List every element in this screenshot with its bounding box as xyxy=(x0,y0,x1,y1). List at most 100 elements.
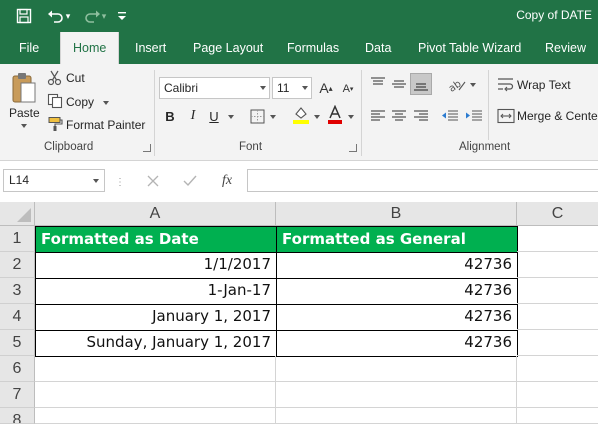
cell-b7[interactable] xyxy=(276,382,517,408)
row-header-8[interactable]: 8 xyxy=(0,408,35,424)
tab-file[interactable]: File xyxy=(19,32,39,64)
name-box[interactable]: L14 xyxy=(3,169,105,192)
orientation-icon[interactable]: ab xyxy=(446,75,468,93)
cell-c1[interactable] xyxy=(517,226,598,252)
copy-dropdown-icon[interactable] xyxy=(103,101,109,105)
cell-b8[interactable] xyxy=(276,408,517,424)
formula-bar-grip-icon[interactable]: ⋮ xyxy=(115,176,125,188)
formula-input[interactable] xyxy=(247,169,598,192)
font-size-combobox[interactable]: 11 xyxy=(272,77,312,99)
align-left-icon[interactable] xyxy=(370,108,386,124)
font-name-combobox[interactable]: Calibri xyxy=(159,77,270,99)
bottom-align-icon[interactable] xyxy=(410,73,432,95)
font-name-dropdown-icon[interactable] xyxy=(260,86,266,90)
tab-formulas[interactable]: Formulas xyxy=(287,32,339,64)
tab-page-layout[interactable]: Page Layout xyxy=(193,32,263,64)
borders-icon[interactable] xyxy=(249,108,265,124)
merge-center-button[interactable]: Merge & Center xyxy=(517,109,598,123)
cell-b5[interactable]: 42736 xyxy=(276,330,518,357)
cell-c6[interactable] xyxy=(517,356,598,382)
increase-indent-icon[interactable] xyxy=(465,108,483,124)
copy-button[interactable]: Copy xyxy=(66,95,94,109)
bold-button[interactable]: B xyxy=(163,106,177,126)
top-align-icon[interactable] xyxy=(370,76,386,92)
cell-b4[interactable]: 42736 xyxy=(276,304,518,331)
cell-a2[interactable]: 1/1/2017 xyxy=(35,252,277,279)
row-header-4[interactable]: 4 xyxy=(0,304,35,330)
wrap-text-button[interactable]: Wrap Text xyxy=(517,78,571,92)
increase-font-size-icon[interactable]: A ▴ xyxy=(318,78,334,98)
font-size-dropdown-icon[interactable] xyxy=(302,86,308,90)
paste-icon[interactable] xyxy=(10,70,38,106)
fill-color-dropdown-icon[interactable] xyxy=(314,115,320,119)
font-color-dropdown-icon[interactable] xyxy=(348,115,354,119)
cell-b6[interactable] xyxy=(276,356,517,382)
underline-dropdown-icon[interactable] xyxy=(228,115,234,119)
cell-a5[interactable]: Sunday, January 1, 2017 xyxy=(35,330,277,357)
row-header-3[interactable]: 3 xyxy=(0,278,35,304)
tab-insert[interactable]: Insert xyxy=(135,32,166,64)
clipboard-launcher-icon[interactable] xyxy=(143,144,151,152)
name-box-dropdown-icon[interactable] xyxy=(93,179,99,183)
column-header-b[interactable]: B xyxy=(276,202,517,226)
borders-dropdown-icon[interactable] xyxy=(270,115,276,119)
tab-home[interactable]: Home xyxy=(60,32,120,64)
cell-c2[interactable] xyxy=(517,252,598,278)
ribbon: Paste Cut Copy Format Painter Clipboard … xyxy=(0,64,598,161)
cell-c3[interactable] xyxy=(517,278,598,304)
document-title: Copy of DATE xyxy=(516,8,592,22)
format-painter-icon xyxy=(47,116,63,132)
cell-b3[interactable]: 42736 xyxy=(276,278,518,305)
paste-dropdown-icon[interactable] xyxy=(21,124,27,128)
tab-pivot-table-wizard[interactable]: Pivot Table Wizard xyxy=(418,32,521,64)
tab-data[interactable]: Data xyxy=(365,32,391,64)
copy-icon xyxy=(47,93,63,109)
row-header-6[interactable]: 6 xyxy=(0,356,35,382)
cell-a7[interactable] xyxy=(35,382,276,408)
row-header-5[interactable]: 5 xyxy=(0,330,35,356)
fill-color-icon[interactable] xyxy=(292,105,310,125)
cut-button[interactable]: Cut xyxy=(66,71,85,85)
cell-a6[interactable] xyxy=(35,356,276,382)
cell-a3[interactable]: 1-Jan-17 xyxy=(35,278,277,305)
middle-align-icon[interactable] xyxy=(391,76,407,92)
underline-button[interactable]: U xyxy=(207,106,221,126)
save-icon[interactable] xyxy=(12,4,36,28)
undo-dropdown-icon[interactable]: ▾ xyxy=(62,4,74,28)
cell-c7[interactable] xyxy=(517,382,598,408)
align-right-icon[interactable] xyxy=(413,108,429,124)
decrease-indent-icon[interactable] xyxy=(441,108,459,124)
name-box-value: L14 xyxy=(9,173,30,187)
ribbon-tabs: File Home Insert Page Layout Formulas Da… xyxy=(0,32,598,64)
enter-icon[interactable] xyxy=(181,172,199,190)
column-header-a[interactable]: A xyxy=(35,202,276,226)
insert-function-icon[interactable]: fx xyxy=(218,172,236,190)
redo-dropdown-icon[interactable]: ▾ xyxy=(98,4,110,28)
row-header-7[interactable]: 7 xyxy=(0,382,35,408)
select-all-button[interactable] xyxy=(0,202,35,226)
italic-button[interactable]: I xyxy=(186,106,200,126)
cell-c4[interactable] xyxy=(517,304,598,330)
row-header-2[interactable]: 2 xyxy=(0,252,35,278)
clipboard-group-label: Clipboard xyxy=(44,141,94,153)
customize-qat-icon[interactable] xyxy=(114,4,130,28)
cell-c8[interactable] xyxy=(517,408,598,424)
format-painter-button[interactable]: Format Painter xyxy=(66,118,145,132)
tab-review[interactable]: Review xyxy=(545,32,586,64)
decrease-font-size-icon[interactable]: A ▾ xyxy=(340,80,356,98)
cell-b2[interactable]: 42736 xyxy=(276,252,518,279)
paste-button[interactable]: Paste xyxy=(9,106,40,120)
font-color-icon[interactable] xyxy=(327,105,343,125)
column-header-c[interactable]: C xyxy=(517,202,598,226)
font-launcher-icon[interactable] xyxy=(349,144,357,152)
cell-a8[interactable] xyxy=(35,408,276,424)
cancel-icon[interactable] xyxy=(145,172,161,190)
align-center-icon[interactable] xyxy=(391,108,407,124)
cell-a4[interactable]: January 1, 2017 xyxy=(35,304,277,331)
group-divider xyxy=(154,70,155,156)
cell-b1[interactable]: Formatted as General xyxy=(276,226,518,253)
orientation-dropdown-icon[interactable] xyxy=(470,83,476,87)
cell-c5[interactable] xyxy=(517,330,598,356)
row-header-1[interactable]: 1 xyxy=(0,226,35,252)
cell-a1[interactable]: Formatted as Date xyxy=(35,226,277,253)
